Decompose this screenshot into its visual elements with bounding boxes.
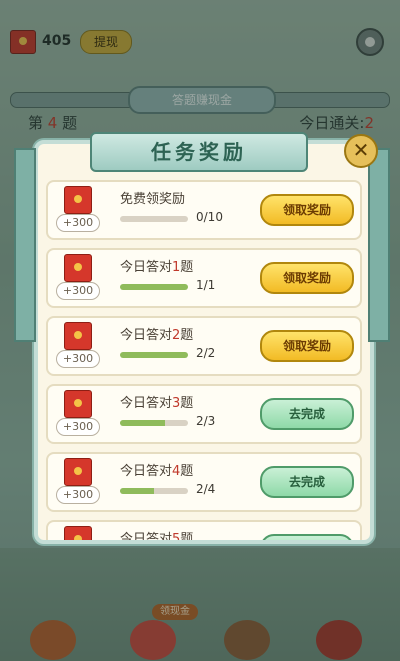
reward-amount: +300 bbox=[56, 350, 100, 368]
progress-count: 2/4 bbox=[196, 482, 216, 496]
modal-left-decor bbox=[14, 148, 36, 342]
task-row: +300 今日答对2题 2/2 领取奖励 bbox=[46, 316, 362, 376]
progress-bar bbox=[120, 420, 188, 426]
task-list: +300 免费领奖励 0/10 领取奖励 +300 今日答对1题 1/1 领取奖励 +300 今日… bbox=[46, 180, 362, 540]
progress-count: 2/2 bbox=[196, 346, 216, 360]
red-envelope-icon bbox=[64, 526, 92, 540]
modal-title: 任务奖励 bbox=[90, 132, 308, 172]
task-name: 今日答对3题 bbox=[120, 396, 194, 411]
progress-bar bbox=[120, 488, 188, 494]
task-reward-modal: +300 免费领奖励 0/10 领取奖励 +300 今日答对1题 1/1 领取奖励 +300 今日… bbox=[34, 140, 374, 544]
reward-amount: +300 bbox=[56, 214, 100, 232]
progress-fill bbox=[120, 488, 154, 494]
modal-right-decor bbox=[368, 148, 390, 342]
reward-amount: +300 bbox=[56, 486, 100, 504]
red-envelope-icon bbox=[64, 322, 92, 350]
progress-fill bbox=[120, 284, 188, 290]
progress-fill bbox=[120, 352, 188, 358]
claim-reward-button[interactable]: 领取奖励 bbox=[260, 330, 354, 362]
task-row: +300 免费领奖励 0/10 领取奖励 bbox=[46, 180, 362, 240]
claim-reward-button[interactable]: 领取奖励 bbox=[260, 262, 354, 294]
progress-count: 2/3 bbox=[196, 414, 216, 428]
go-complete-button[interactable]: 去完成 bbox=[260, 398, 354, 430]
red-envelope-icon bbox=[64, 254, 92, 282]
task-row: +300 今日答对4题 2/4 去完成 bbox=[46, 452, 362, 512]
task-name: 今日答对2题 bbox=[120, 328, 194, 343]
task-name: 今日答对4题 bbox=[120, 464, 194, 479]
progress-count: 1/1 bbox=[196, 278, 216, 292]
claim-reward-button[interactable]: 领取奖励 bbox=[260, 194, 354, 226]
task-row: +300今日答对5题2/5去完成 bbox=[46, 520, 362, 544]
progress-count: 0/10 bbox=[196, 210, 223, 224]
progress-fill bbox=[120, 420, 166, 426]
go-complete-button[interactable]: 去完成 bbox=[260, 534, 354, 540]
task-row: +300 今日答对3题 2/3 去完成 bbox=[46, 384, 362, 444]
red-envelope-icon bbox=[64, 186, 92, 214]
task-name: 免费领奖励 bbox=[120, 192, 186, 207]
task-row: +300 今日答对1题 1/1 领取奖励 bbox=[46, 248, 362, 308]
progress-bar bbox=[120, 284, 188, 290]
reward-amount: +300 bbox=[56, 282, 100, 300]
reward-amount: +300 bbox=[56, 418, 100, 436]
progress-bar bbox=[120, 352, 188, 358]
red-envelope-icon bbox=[64, 390, 92, 418]
close-icon[interactable]: ✕ bbox=[344, 134, 378, 168]
go-complete-button[interactable]: 去完成 bbox=[260, 466, 354, 498]
progress-bar bbox=[120, 216, 188, 222]
task-name: 今日答对5题 bbox=[120, 532, 194, 544]
red-envelope-icon bbox=[64, 458, 92, 486]
task-name: 今日答对1题 bbox=[120, 260, 194, 275]
